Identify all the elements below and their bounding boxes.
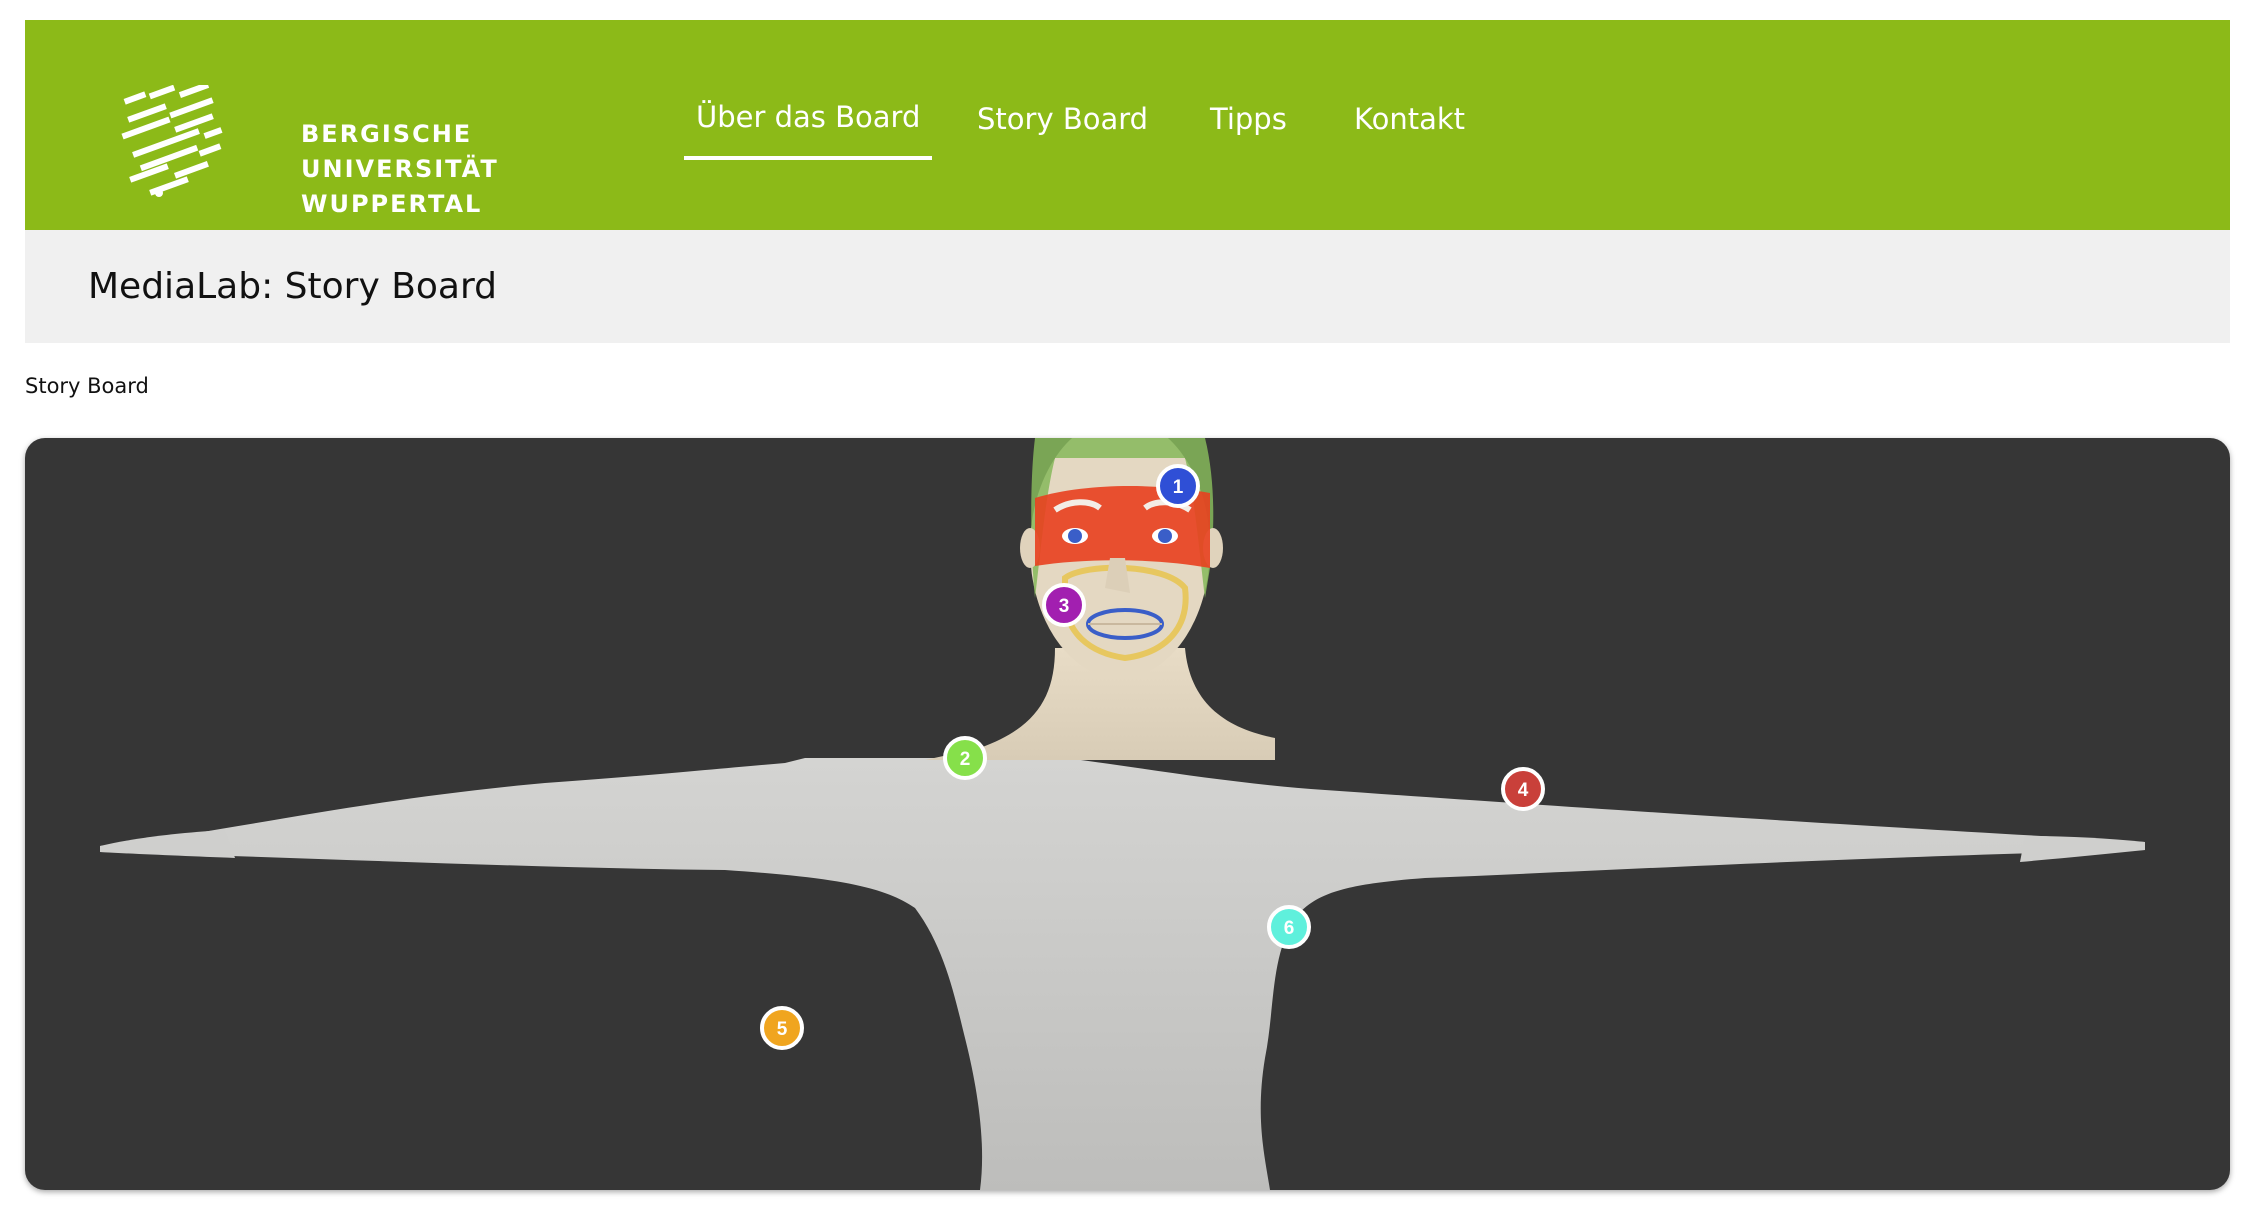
- annotation-marker-label: 1: [1173, 477, 1184, 498]
- annotation-marker-3[interactable]: 3: [1042, 583, 1086, 627]
- logo-line-2: UNIVERSITÄT: [301, 155, 499, 183]
- page-title: MediaLab: Story Board: [88, 266, 498, 307]
- nav-item-kontakt[interactable]: Kontakt: [1354, 102, 1465, 136]
- logo-line-1: BERGISCHE: [301, 120, 473, 148]
- annotation-marker-label: 5: [777, 1019, 788, 1040]
- annotation-marker-5[interactable]: 5: [760, 1006, 804, 1050]
- lion-crest-icon: [121, 85, 223, 197]
- logo-line-3: WUPPERTAL: [301, 190, 483, 218]
- site-header: BERGISCHE UNIVERSITÄT WUPPERTAL Über das…: [25, 20, 2230, 230]
- title-bar: MediaLab: Story Board: [25, 230, 2230, 343]
- annotation-marker-label: 2: [960, 749, 971, 770]
- university-logo[interactable]: BERGISCHE UNIVERSITÄT WUPPERTAL: [97, 65, 497, 218]
- nav-item-tipps[interactable]: Tipps: [1210, 102, 1287, 136]
- university-name: BERGISCHE UNIVERSITÄT WUPPERTAL: [301, 117, 499, 222]
- annotation-marker-label: 6: [1284, 918, 1295, 939]
- annotation-marker-2[interactable]: 2: [943, 736, 987, 780]
- annotation-marker-1[interactable]: 1: [1156, 464, 1200, 508]
- torso-shirt: [100, 758, 2145, 1190]
- story-board-3d-viewer[interactable]: 1 2 3 4 5 6: [25, 438, 2230, 1190]
- annotation-marker-label: 3: [1059, 596, 1070, 617]
- annotation-marker-6[interactable]: 6: [1267, 905, 1311, 949]
- nav-item-ueber-das-board[interactable]: Über das Board: [683, 100, 933, 160]
- breadcrumb[interactable]: Story Board: [25, 374, 149, 398]
- annotation-marker-label: 4: [1518, 780, 1529, 801]
- body-model: 1 2 3 4 5 6: [100, 438, 2145, 1190]
- annotation-marker-4[interactable]: 4: [1501, 767, 1545, 811]
- nav-item-story-board[interactable]: Story Board: [977, 102, 1148, 136]
